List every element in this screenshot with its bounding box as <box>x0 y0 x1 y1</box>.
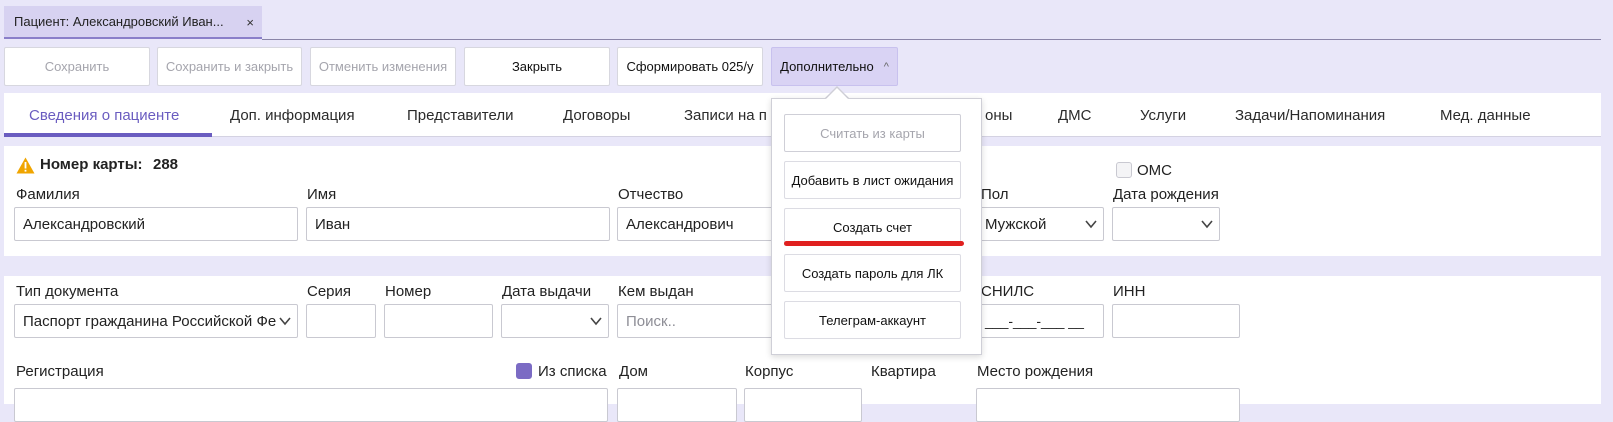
inn-field[interactable] <box>1112 304 1240 338</box>
issued-by-label: Кем выдан <box>618 283 694 300</box>
series-label: Серия <box>307 283 352 300</box>
number-field[interactable] <box>384 304 493 338</box>
document-type-value: Паспорт гражданина Российской Фе <box>23 312 277 330</box>
tab-phones[interactable]: оны <box>985 93 1012 137</box>
number-label: Номер <box>385 283 432 300</box>
tab-medical-data[interactable]: Мед. данные <box>1440 93 1531 137</box>
issue-date-label: Дата выдачи <box>502 283 592 300</box>
read-from-card-button[interactable]: Считать из карты <box>784 114 961 152</box>
name-field[interactable]: Иван <box>306 207 610 241</box>
building-field[interactable] <box>744 388 862 422</box>
active-tab-indicator <box>4 133 212 137</box>
sex-value: Мужской <box>985 215 1047 233</box>
sex-select[interactable]: Мужской <box>976 207 1104 241</box>
tab-strip-divider <box>262 39 1601 40</box>
birth-date-select[interactable] <box>1112 207 1220 241</box>
sex-label: Пол <box>981 186 1009 203</box>
create-lk-password-button[interactable]: Создать пароль для ЛК <box>784 254 961 292</box>
building-label: Корпус <box>745 363 794 380</box>
oms-label: ОМС <box>1137 162 1172 179</box>
series-field[interactable] <box>306 304 376 338</box>
more-dropdown-button[interactable]: Дополнительно ^ <box>771 47 898 86</box>
dropdown-pointer-fill <box>825 88 849 100</box>
patronymic-label: Отчество <box>618 186 684 203</box>
house-label: Дом <box>619 363 648 380</box>
document-type-label: Тип документа <box>16 283 119 300</box>
from-list-checkbox[interactable] <box>516 363 532 379</box>
chevron-up-icon: ^ <box>883 60 889 73</box>
warning-icon <box>16 157 35 174</box>
tab-patient-info[interactable]: Сведения о пациенте <box>29 93 179 137</box>
house-field[interactable] <box>617 388 737 422</box>
snils-field[interactable]: ___-___-___ __ <box>976 304 1104 338</box>
snils-label: СНИЛС <box>981 283 1035 300</box>
save-button[interactable]: Сохранить <box>4 47 150 86</box>
chevron-down-icon <box>1201 220 1213 229</box>
patronymic-field[interactable]: Александрович <box>617 207 777 241</box>
surname-label: Фамилия <box>16 186 80 203</box>
from-list-label: Из списка <box>538 363 607 380</box>
tab-additional-info[interactable]: Доп. информация <box>230 93 355 137</box>
tab-representatives[interactable]: Представители <box>407 93 513 137</box>
inn-label: ИНН <box>1113 283 1146 300</box>
tab-dms[interactable]: ДМС <box>1058 93 1092 137</box>
form-025-button[interactable]: Сформировать 025/у <box>617 47 763 86</box>
patient-document-tab[interactable]: Пациент: Александровский Иван... × <box>4 6 262 39</box>
cancel-changes-button[interactable]: Отменить изменения <box>310 47 456 86</box>
chevron-down-icon <box>279 317 291 326</box>
issue-date-select[interactable] <box>501 304 609 338</box>
surname-field[interactable]: Александровский <box>14 207 298 241</box>
document-type-select[interactable]: Паспорт гражданина Российской Фе <box>14 304 298 338</box>
tab-appointments[interactable]: Записи на п <box>684 93 767 137</box>
chevron-down-icon <box>590 317 602 326</box>
highlight-underline <box>784 241 964 246</box>
registration-field[interactable] <box>14 388 608 422</box>
card-number-value: 288 <box>153 156 179 173</box>
document-tab-title: Пациент: Александровский Иван... <box>14 14 224 29</box>
tab-contracts[interactable]: Договоры <box>563 93 630 137</box>
oms-checkbox[interactable] <box>1116 162 1132 178</box>
birthplace-field[interactable] <box>976 388 1240 422</box>
close-tab-icon[interactable]: × <box>246 15 254 30</box>
more-button-label: Дополнительно <box>780 59 874 74</box>
add-to-waitlist-button[interactable]: Добавить в лист ожидания <box>784 161 961 199</box>
flat-label: Квартира <box>871 363 936 380</box>
registration-label: Регистрация <box>16 363 104 380</box>
close-button[interactable]: Закрыть <box>464 47 610 86</box>
tab-services[interactable]: Услуги <box>1140 93 1186 137</box>
save-and-close-button[interactable]: Сохранить и закрыть <box>157 47 302 86</box>
tab-tasks-reminders[interactable]: Задачи/Напоминания <box>1235 93 1385 137</box>
card-number-label: Номер карты: <box>40 156 143 173</box>
chevron-down-icon <box>1085 220 1097 229</box>
telegram-account-button[interactable]: Телеграм-аккаунт <box>784 301 961 339</box>
birth-date-label: Дата рождения <box>1113 186 1219 203</box>
name-label: Имя <box>307 186 337 203</box>
more-dropdown-menu: Считать из карты Добавить в лист ожидани… <box>771 98 982 355</box>
birthplace-label: Место рождения <box>977 363 1094 380</box>
issued-by-search[interactable]: Поиск.. <box>617 304 777 338</box>
